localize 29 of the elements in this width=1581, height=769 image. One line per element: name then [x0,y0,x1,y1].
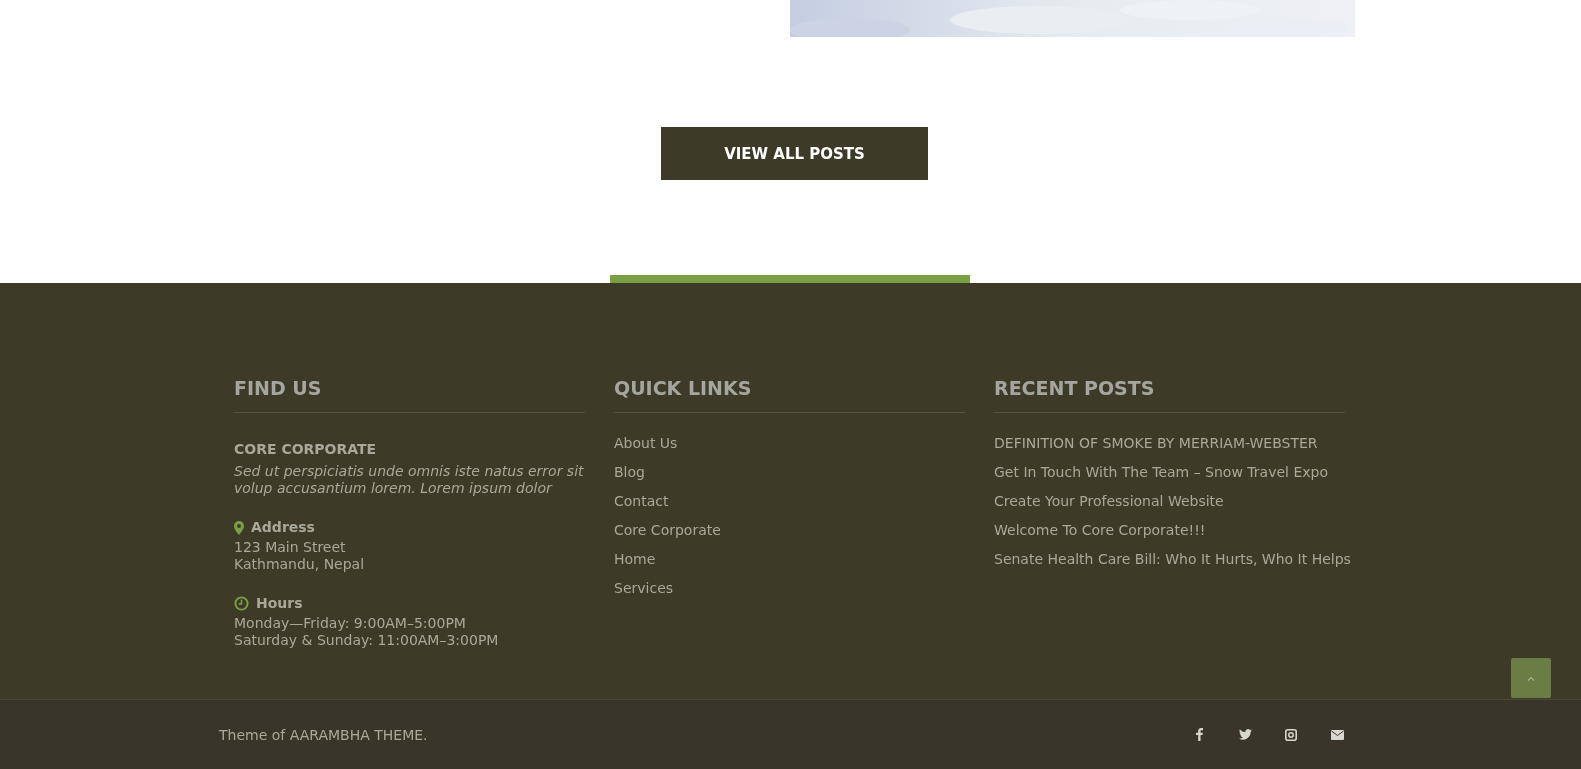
footer-link[interactable]: Services [614,580,674,597]
view-all-posts-button[interactable]: VIEW ALL POSTS [661,127,928,180]
info-line: 123 Main Street [234,538,347,556]
column-heading: QUICK LINKS [614,376,965,413]
footer-link[interactable]: Core Corporate [614,522,721,539]
chevron-up-icon [1527,675,1535,681]
info-label: Address [251,519,315,536]
footer-link[interactable]: About Us [614,435,678,452]
post-link[interactable]: Welcome To Core Corporate!!! [994,522,1206,539]
company-name: CORE CORPORATE [234,441,378,457]
info-line: Saturday & Sunday: 11:00AM–3:00PM [234,631,500,649]
theme-credit: Theme of AARAMBHA THEME. [219,726,429,743]
post-link[interactable]: Senate Health Care Bill: Who It Hurts, Who It Helps [994,551,1351,568]
footer-link[interactable]: Contact [614,493,669,510]
column-heading: FIND US [234,376,585,413]
info-label: Hours [256,594,303,612]
column-heading: RECENT POSTS [994,376,1345,413]
map-pin-icon [234,520,244,535]
twitter-icon[interactable] [1237,726,1253,743]
post-link[interactable]: Create Your Professional Website [994,493,1224,510]
clock-icon [234,595,249,611]
info-line: Monday—Friday: 9:00AM–5:00PM [234,614,467,632]
footer-link[interactable]: Home [614,551,656,568]
post-link[interactable]: Get In Touch With The Team – Snow Travel Expo [994,464,1328,481]
company-description: Sed ut perspiciatis unde omnis iste natus error sit volup accusantium lorem. Lorem ipsum dolor [234,463,585,497]
info-line: Kathmandu, Nepal [234,555,366,573]
post-link[interactable]: DEFINITION OF SMOKE BY MERRIAM-WEBSTER [994,435,1318,452]
instagram-icon[interactable] [1283,726,1299,743]
footer-link[interactable]: Blog [614,464,645,481]
